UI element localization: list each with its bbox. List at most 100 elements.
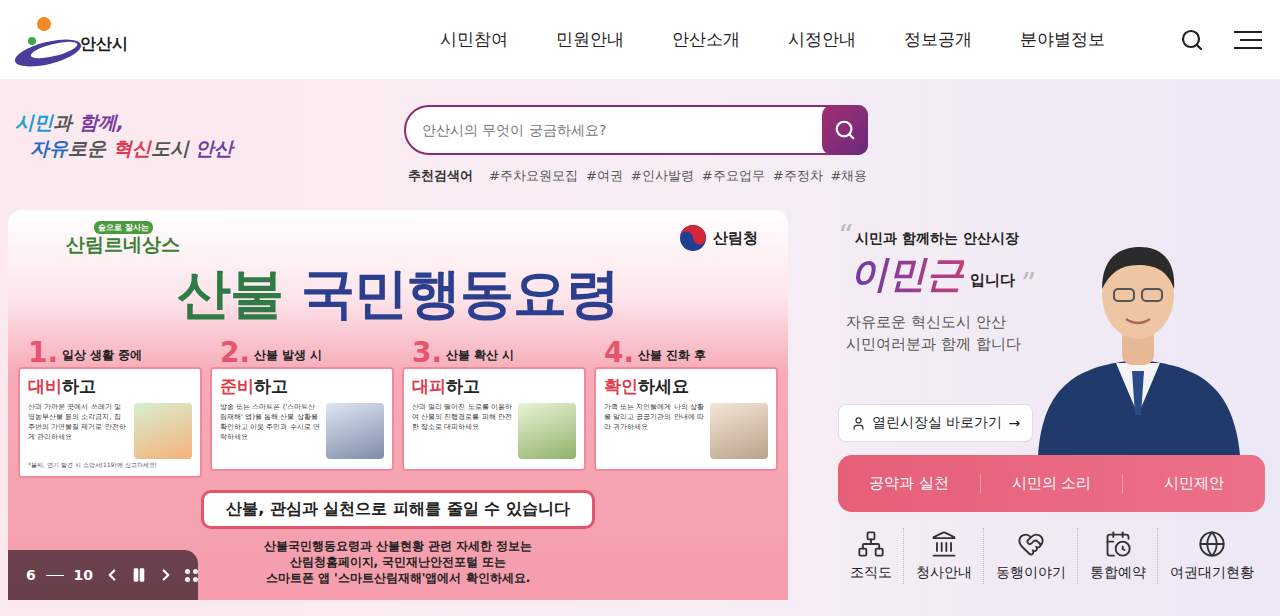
prev-button[interactable] [103, 566, 121, 584]
menu-line [1234, 47, 1262, 49]
mayor-area: “시민과 함께하는 안산시장이민근입니다” 자유로운 혁신도시 안산시민여러분과 … [838, 210, 1280, 455]
step-card: 준비하고방송 또는 스마트폰 ('스마트산림재해' 앱)을 통해 산불 상황을 … [210, 367, 394, 471]
service-item[interactable]: 조직도 [838, 528, 903, 584]
mayor-photo-box [1014, 210, 1280, 455]
search-icon [834, 119, 856, 141]
mayor-name-suffix: 입니다 [970, 271, 1015, 296]
steps: 1.일상 생활 중에대비하고산과 가까운 곳에서 쓰레기 및 영농부산물 등의 … [8, 337, 788, 478]
pager-current: 6 [26, 567, 36, 583]
banner[interactable]: 숲으로 잘사는산림르네상스산림청산불 국민행동요령1.일상 생활 중에대비하고산… [8, 210, 788, 600]
step-head: 4.산불 진화 후 [594, 337, 778, 367]
play-pause-button[interactable] [131, 567, 147, 583]
header-tools [1180, 28, 1262, 52]
banner-title: 산불 국민행동요령 [8, 264, 788, 323]
main-nav: 시민참여 민원안내 안산소개 시정안내 정보공개 분야별정보 [440, 28, 1105, 51]
slogan-line: 시민과 함께, [15, 110, 404, 136]
step: 1.일상 생활 중에대비하고산과 가까운 곳에서 쓰레기 및 영농부산물 등의 … [18, 337, 202, 478]
step-when: 산불 진화 후 [638, 347, 706, 367]
step-action: 준비하고 [220, 375, 384, 398]
step-card: 확인하세요가족 또는 지인들에게 나의 상황을 알리고 공공기관의 안내에 따라… [594, 367, 778, 471]
slogan-line: 자유로운 혁신도시 안산 [15, 136, 404, 162]
slogan-part: 안산 [195, 137, 233, 159]
service-icon [1198, 530, 1226, 558]
logo[interactable]: 안산시 [8, 11, 440, 69]
service-icon [930, 530, 958, 558]
step: 3.산불 확산 시대피하고산과 멀리 떨어진 도로를 이용하여 산불의 진행경로… [402, 337, 586, 478]
banner-tagline: 산불, 관심과 실천으로 피해를 줄일 수 있습니다 [201, 490, 595, 529]
pager-line [46, 575, 64, 576]
slogan-part: 시민 [15, 111, 53, 133]
recommend-tag[interactable]: #주차요원모집 [489, 167, 578, 185]
step-note: *불씨, 연기 발견 시 소방서(119)에 신고하세요! [28, 461, 192, 470]
next-button[interactable] [157, 566, 175, 584]
step-action: 대비하고 [28, 375, 192, 398]
recommend-tag[interactable]: #여권 [586, 167, 623, 185]
mayor-desc: 자유로운 혁신도시 안산시민여러분과 함께 합니다 [838, 312, 1014, 356]
quick-link[interactable]: 시민의 소리 [980, 474, 1123, 493]
service-item[interactable]: 여권대기현황 [1157, 528, 1265, 584]
search-button[interactable] [822, 105, 868, 155]
nav-item[interactable]: 민원안내 [556, 28, 624, 51]
step-body: 산과 멀리 떨어진 도로를 이용하여 산불의 진행경로를 피해 안전한 장소로 … [412, 403, 576, 459]
quote-open: “ [838, 224, 853, 248]
recommend-label: 추천검색어 [408, 167, 473, 185]
desc-line: 자유로운 혁신도시 안산 [846, 312, 1014, 334]
recommend-tag[interactable]: #주요업무 [702, 167, 765, 185]
recommend-tag[interactable]: #주정차 [773, 167, 823, 185]
step-head: 3.산불 확산 시 [402, 337, 586, 367]
step: 4.산불 진화 후확인하세요가족 또는 지인들에게 나의 상황을 알리고 공공기… [594, 337, 778, 478]
mayor-office-button[interactable]: 열린시장실 바로가기→ [838, 404, 1033, 442]
nav-item[interactable]: 분야별정보 [1020, 28, 1105, 51]
menu-line [1234, 31, 1262, 33]
service-icon [857, 530, 885, 558]
pause-icon [131, 567, 147, 583]
banner-top: 숲으로 잘사는산림르네상스산림청 [8, 218, 788, 258]
main-row: 숲으로 잘사는산림르네상스산림청산불 국민행동요령1.일상 생활 중에대비하고산… [0, 210, 1280, 616]
brand-name: 산림르네상스 [66, 234, 180, 255]
search-icon[interactable] [1180, 28, 1204, 52]
city-emblem-icon [8, 11, 88, 69]
step-number: 4. [604, 339, 634, 367]
top-section: 시민과 함께,자유로운 혁신도시 안산추천검색어 #주차요원모집 #여권 #인사발령 #… [0, 80, 1280, 210]
recommend-tag[interactable]: #인사발령 [631, 167, 694, 185]
nav-item[interactable]: 정보공개 [904, 28, 972, 51]
slogan-part: 함께, [79, 111, 124, 133]
step-text: 가족 또는 지인들에게 나의 상황을 알리고 공공기관의 안내에 따라 귀가하세… [604, 403, 706, 432]
slogan: 시민과 함께,자유로운 혁신도시 안산 [0, 80, 404, 210]
grid-icon[interactable] [185, 569, 198, 582]
mayor-heading-line: “시민과 함께하는 안산시장 [838, 224, 1014, 248]
desc-line: 시민여러분과 함께 합니다 [846, 334, 1014, 356]
step-text: 산과 멀리 떨어진 도로를 이용하여 산불의 진행경로를 피해 안전한 장소로 … [412, 403, 514, 432]
search-input[interactable] [420, 121, 822, 139]
mayor-name: 이민근 [850, 254, 964, 296]
menu-line [1240, 39, 1262, 41]
slogan-part: 도시 [151, 137, 196, 159]
step-when: 산불 확산 시 [446, 347, 514, 367]
service-item[interactable]: 청사안내 [903, 528, 983, 584]
step-card: 대비하고산과 가까운 곳에서 쓰레기 및 영농부산물 등의 소각금지, 집 주변… [18, 367, 202, 478]
step-number: 3. [412, 339, 442, 367]
slide-pager: 610 [8, 550, 198, 600]
step: 2.산불 발생 시준비하고방송 또는 스마트폰 ('스마트산림재해' 앱)을 통… [210, 337, 394, 478]
nav-item[interactable]: 시정안내 [788, 28, 856, 51]
step-when: 일상 생활 중에 [62, 347, 142, 367]
service-icon [1017, 530, 1045, 558]
service-label: 여권대기현황 [1170, 564, 1254, 582]
quick-link[interactable]: 공약과 실천 [838, 474, 980, 493]
recommend-tag[interactable]: #채용 [831, 167, 868, 185]
nav-item[interactable]: 안산소개 [672, 28, 740, 51]
agency-name: 산림청 [713, 229, 758, 248]
user-icon [851, 416, 866, 431]
nav-item[interactable]: 시민참여 [440, 28, 508, 51]
service-item[interactable]: 통합예약 [1077, 528, 1157, 584]
menu-icon[interactable] [1234, 31, 1262, 49]
mayor-name-line: 이민근입니다” [838, 254, 1014, 296]
step-head: 1.일상 생활 중에 [18, 337, 202, 367]
service-label: 통합예약 [1090, 564, 1146, 582]
service-item[interactable]: 동행이야기 [983, 528, 1077, 584]
step-action: 확인하세요 [604, 375, 768, 398]
quick-link[interactable]: 시민제안 [1122, 474, 1265, 493]
step-number: 2. [220, 339, 250, 367]
mayor-photo [1018, 215, 1258, 455]
mayor-heading: 시민과 함께하는 안산시장 [855, 230, 1019, 248]
